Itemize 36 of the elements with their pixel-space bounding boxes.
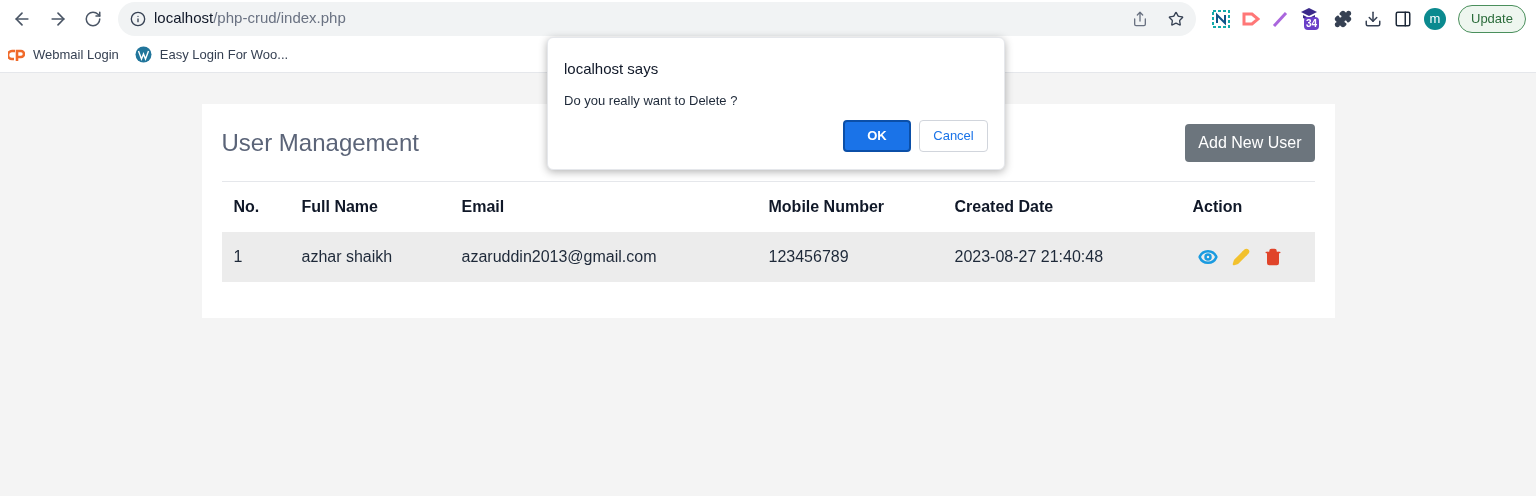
- column-header: No.: [233, 198, 260, 215]
- cancel-button[interactable]: Cancel: [919, 120, 988, 152]
- extension-icon[interactable]: [1212, 9, 1230, 28]
- delete-icon[interactable]: [1263, 248, 1282, 266]
- reload-icon[interactable]: [84, 9, 102, 28]
- extension-badge: 34: [1304, 16, 1320, 30]
- download-icon[interactable]: [1364, 9, 1382, 28]
- bookmark[interactable]: Webmail Login: [8, 44, 119, 65]
- cpanel-icon: [8, 48, 25, 61]
- dialog-message: Do you really want to Delete ?: [564, 91, 739, 110]
- info-icon[interactable]: [130, 10, 146, 27]
- extensions-icon[interactable]: [1334, 9, 1352, 28]
- star-icon[interactable]: [1168, 10, 1184, 27]
- ok-button[interactable]: OK: [843, 120, 911, 152]
- url-text: localhost/php-crud/index.php: [154, 8, 346, 29]
- bookmark[interactable]: Easy Login For Woo...: [134, 44, 289, 65]
- share-icon[interactable]: [1132, 10, 1148, 27]
- wordpress-icon: [134, 46, 152, 63]
- table-cell: 1: [233, 248, 243, 265]
- table-cell: 123456789: [768, 248, 849, 265]
- side-panel-icon[interactable]: [1394, 9, 1412, 28]
- table-cell: 2023-08-27 21:40:48: [954, 248, 1104, 265]
- update-button[interactable]: Update: [1458, 4, 1526, 33]
- address-bar[interactable]: localhost/php-crud/index.php: [118, 1, 1196, 36]
- profile-avatar[interactable]: m: [1424, 7, 1446, 30]
- column-header: Mobile Number: [768, 198, 885, 215]
- table-cell: azaruddin2013@gmail.com: [461, 248, 657, 265]
- column-header: Created Date: [954, 198, 1054, 215]
- column-header: Full Name: [301, 198, 378, 215]
- dialog-title: localhost says: [564, 59, 660, 79]
- add-user-button[interactable]: Add New User: [1185, 124, 1315, 162]
- table-cell: azhar shaikh: [301, 248, 393, 265]
- column-header: Action: [1192, 198, 1243, 215]
- column-header: Email: [461, 198, 505, 215]
- page-title: User Management: [221, 128, 419, 158]
- view-icon[interactable]: [1197, 247, 1218, 267]
